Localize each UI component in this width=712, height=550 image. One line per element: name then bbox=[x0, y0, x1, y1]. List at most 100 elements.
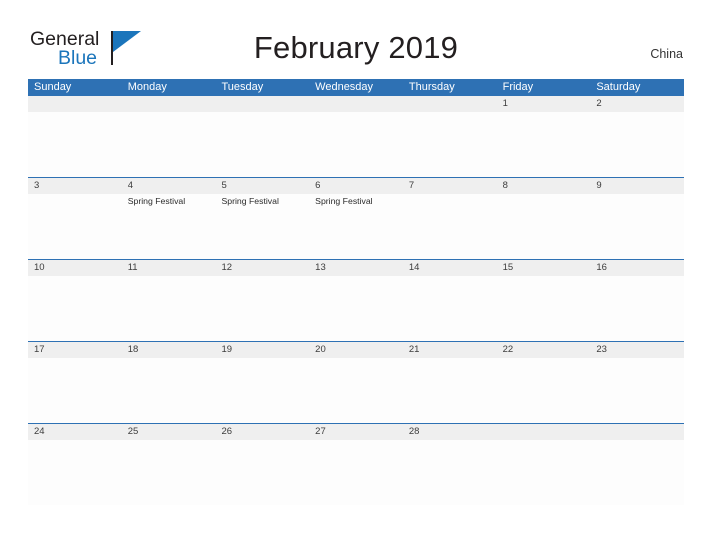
week-date-strip: 12 bbox=[28, 96, 684, 112]
day-cell[interactable] bbox=[28, 358, 122, 423]
day-cell[interactable] bbox=[590, 194, 684, 259]
holiday-label: Spring Festival bbox=[221, 196, 279, 206]
calendar-week-row: 10 11 12 13 14 15 16 bbox=[28, 259, 684, 341]
day-number[interactable]: 18 bbox=[122, 342, 216, 358]
day-number-empty bbox=[590, 424, 684, 440]
week-event-strip bbox=[28, 440, 684, 505]
day-number[interactable]: 19 bbox=[215, 342, 309, 358]
calendar-grid: Sunday Monday Tuesday Wednesday Thursday… bbox=[28, 79, 684, 505]
weekday-header-saturday: Saturday bbox=[596, 81, 641, 93]
day-cell[interactable]: Spring Festival bbox=[122, 194, 216, 259]
day-number[interactable]: 5 bbox=[215, 178, 309, 194]
day-number[interactable]: 1 bbox=[497, 96, 591, 112]
day-cell[interactable] bbox=[403, 276, 497, 341]
day-cell[interactable] bbox=[122, 276, 216, 341]
holiday-label: Spring Festival bbox=[315, 196, 373, 206]
day-number[interactable]: 16 bbox=[590, 260, 684, 276]
week-date-strip: 3456789 bbox=[28, 178, 684, 194]
day-cell[interactable]: Spring Festival bbox=[215, 194, 309, 259]
day-cell bbox=[309, 112, 403, 177]
calendar-page: General Blue February 2019 China Sunday … bbox=[0, 0, 712, 550]
day-number[interactable]: 10 bbox=[28, 260, 122, 276]
weekday-header-friday: Friday bbox=[502, 81, 534, 93]
day-number[interactable]: 26 bbox=[215, 424, 309, 440]
weekday-header-tuesday: Tuesday bbox=[221, 81, 264, 93]
day-number[interactable]: 7 bbox=[403, 178, 497, 194]
day-number[interactable]: 2 bbox=[590, 96, 684, 112]
day-cell[interactable] bbox=[122, 358, 216, 423]
day-cell[interactable] bbox=[215, 440, 309, 505]
day-number[interactable]: 21 bbox=[403, 342, 497, 358]
day-number[interactable]: 3 bbox=[28, 178, 122, 194]
day-number[interactable]: 17 bbox=[28, 342, 122, 358]
calendar-weeks: 1 2 3 4 5 6 7 8 9 Spring Festival Spring Festival S… bbox=[28, 96, 684, 505]
week-event-strip: Spring Festival Spring Festival Spring Fes… bbox=[28, 194, 684, 259]
day-cell[interactable] bbox=[403, 358, 497, 423]
calendar-week-row: 3 4 5 6 7 8 9 Spring Festival Spring Festival Spr… bbox=[28, 177, 684, 259]
day-number[interactable]: 22 bbox=[497, 342, 591, 358]
day-cell[interactable]: Spring Festival bbox=[309, 194, 403, 259]
week-event-strip bbox=[28, 358, 684, 423]
holiday-label: Spring Festival bbox=[127, 196, 186, 206]
weekday-header-row: Sunday Monday Tuesday Wednesday Thursday… bbox=[28, 79, 684, 96]
week-date-strip: 24 25 26 27 28 bbox=[28, 424, 684, 440]
weekday-header-monday: Monday bbox=[127, 81, 167, 93]
day-number[interactable]: 20 bbox=[309, 342, 403, 358]
day-cell[interactable] bbox=[497, 112, 591, 177]
day-number[interactable]: 27 bbox=[309, 424, 403, 440]
day-number[interactable]: 15 bbox=[497, 260, 591, 276]
day-cell[interactable] bbox=[28, 276, 122, 341]
day-number[interactable]: 13 bbox=[309, 260, 403, 276]
day-cell bbox=[28, 112, 122, 177]
page-title: February 2019 bbox=[253, 30, 459, 65]
week-event-strip bbox=[28, 276, 684, 341]
day-number[interactable]: 6 bbox=[309, 178, 403, 194]
day-cell[interactable] bbox=[122, 440, 216, 505]
day-cell[interactable] bbox=[590, 112, 684, 177]
day-number-empty bbox=[215, 96, 309, 112]
page-header: General Blue February 2019 China bbox=[0, 0, 712, 78]
weekday-header-thursday: Thursday bbox=[408, 81, 455, 93]
day-cell[interactable] bbox=[590, 276, 684, 341]
day-number-empty bbox=[28, 96, 122, 112]
day-cell bbox=[122, 112, 216, 177]
week-event-strip bbox=[28, 112, 684, 177]
day-number[interactable]: 25 bbox=[122, 424, 216, 440]
week-date-strip: 17 18 19 20 21 22 23 bbox=[28, 342, 684, 358]
week-date-strip: 10 11 12 13 14 15 16 bbox=[28, 260, 684, 276]
day-number[interactable]: 23 bbox=[590, 342, 684, 358]
day-cell[interactable] bbox=[590, 358, 684, 423]
day-cell[interactable] bbox=[403, 440, 497, 505]
day-cell[interactable] bbox=[309, 440, 403, 505]
day-number[interactable]: 14 bbox=[403, 260, 497, 276]
day-cell bbox=[497, 440, 591, 505]
country-label: China bbox=[650, 47, 683, 61]
calendar-week-row: 24 25 26 27 28 bbox=[28, 423, 684, 505]
day-cell[interactable] bbox=[497, 276, 591, 341]
day-cell bbox=[590, 440, 684, 505]
day-number[interactable]: 28 bbox=[403, 424, 497, 440]
day-cell bbox=[403, 112, 497, 177]
day-number[interactable]: 4 bbox=[122, 178, 216, 194]
day-cell bbox=[215, 112, 309, 177]
calendar-week-row: 17 18 19 20 21 22 23 bbox=[28, 341, 684, 423]
day-cell[interactable] bbox=[309, 358, 403, 423]
day-cell[interactable] bbox=[28, 440, 122, 505]
day-number-empty bbox=[403, 96, 497, 112]
day-cell[interactable] bbox=[403, 194, 497, 259]
day-number[interactable]: 12 bbox=[215, 260, 309, 276]
day-cell[interactable] bbox=[28, 194, 122, 259]
day-cell[interactable] bbox=[497, 194, 591, 259]
day-cell[interactable] bbox=[497, 358, 591, 423]
day-number[interactable]: 9 bbox=[590, 178, 684, 194]
day-cell[interactable] bbox=[215, 358, 309, 423]
day-number[interactable]: 11 bbox=[122, 260, 216, 276]
day-number[interactable]: 24 bbox=[28, 424, 122, 440]
day-number-empty bbox=[497, 424, 591, 440]
day-number[interactable]: 8 bbox=[497, 178, 591, 194]
weekday-header-wednesday: Wednesday bbox=[315, 81, 374, 93]
calendar-week-row: 12 bbox=[28, 96, 684, 177]
day-cell[interactable] bbox=[309, 276, 403, 341]
day-number-empty bbox=[309, 96, 403, 112]
day-cell[interactable] bbox=[215, 276, 309, 341]
